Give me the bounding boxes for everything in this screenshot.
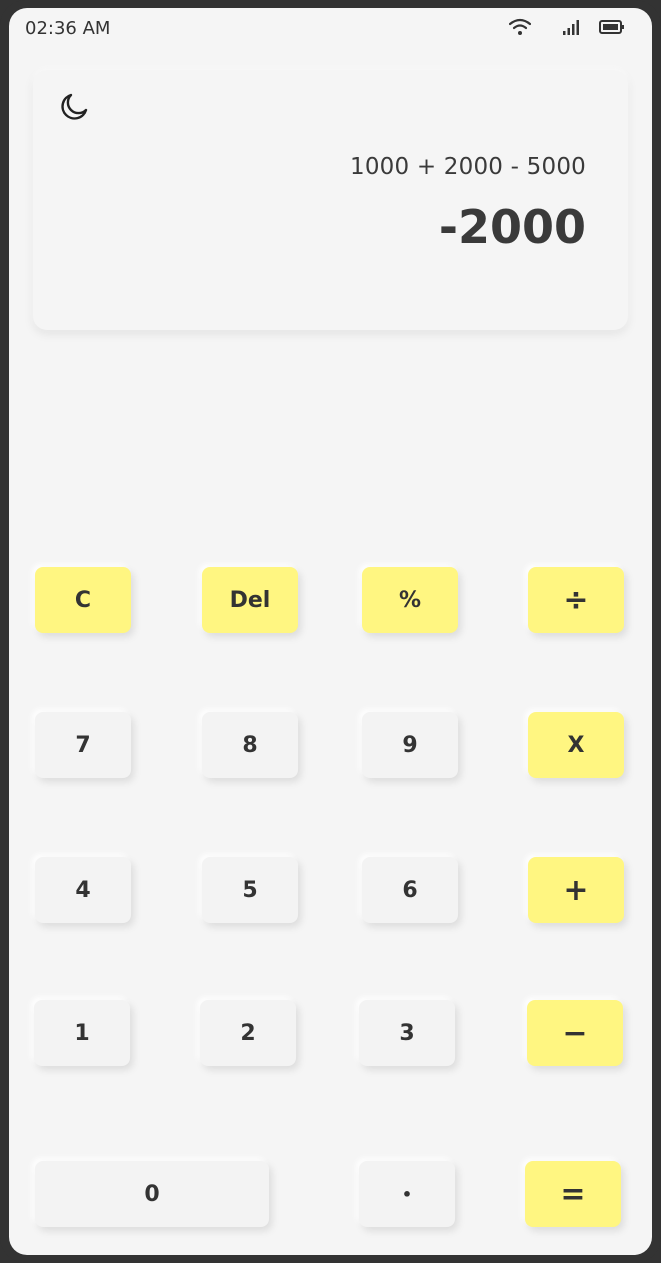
minus-button[interactable]: − bbox=[527, 1000, 623, 1066]
status-bar: 02:36 AM bbox=[9, 8, 652, 48]
decimal-button[interactable]: • bbox=[359, 1161, 455, 1227]
zero-button[interactable]: 0 bbox=[35, 1161, 269, 1227]
four-button[interactable]: 4 bbox=[35, 857, 131, 923]
equals-button[interactable]: = bbox=[525, 1161, 621, 1227]
percent-button[interactable]: % bbox=[362, 567, 458, 633]
battery-icon bbox=[599, 18, 625, 36]
multiply-button[interactable]: X bbox=[528, 712, 624, 778]
eight-button[interactable]: 8 bbox=[202, 712, 298, 778]
result-text: -2000 bbox=[438, 200, 586, 254]
clear-button[interactable]: C bbox=[35, 567, 131, 633]
device-frame: 02:36 AM 1000 + 2000 - 5000 -2000 C Del … bbox=[0, 0, 661, 1263]
expression-text: 1000 + 2000 - 5000 bbox=[349, 154, 586, 180]
plus-button[interactable]: + bbox=[528, 857, 624, 923]
two-button[interactable]: 2 bbox=[200, 1000, 296, 1066]
wifi-icon bbox=[508, 18, 532, 36]
three-button[interactable]: 3 bbox=[359, 1000, 455, 1066]
seven-button[interactable]: 7 bbox=[35, 712, 131, 778]
calculator-display: 1000 + 2000 - 5000 -2000 bbox=[33, 70, 628, 330]
divide-button[interactable]: ÷ bbox=[528, 567, 624, 633]
status-time: 02:36 AM bbox=[25, 18, 111, 39]
moon-icon[interactable] bbox=[57, 90, 91, 124]
delete-button[interactable]: Del bbox=[202, 567, 298, 633]
one-button[interactable]: 1 bbox=[34, 1000, 130, 1066]
five-button[interactable]: 5 bbox=[202, 857, 298, 923]
six-button[interactable]: 6 bbox=[362, 857, 458, 923]
signal-icon bbox=[562, 18, 582, 36]
calculator-screen: 02:36 AM 1000 + 2000 - 5000 -2000 C Del … bbox=[9, 8, 652, 1255]
nine-button[interactable]: 9 bbox=[362, 712, 458, 778]
